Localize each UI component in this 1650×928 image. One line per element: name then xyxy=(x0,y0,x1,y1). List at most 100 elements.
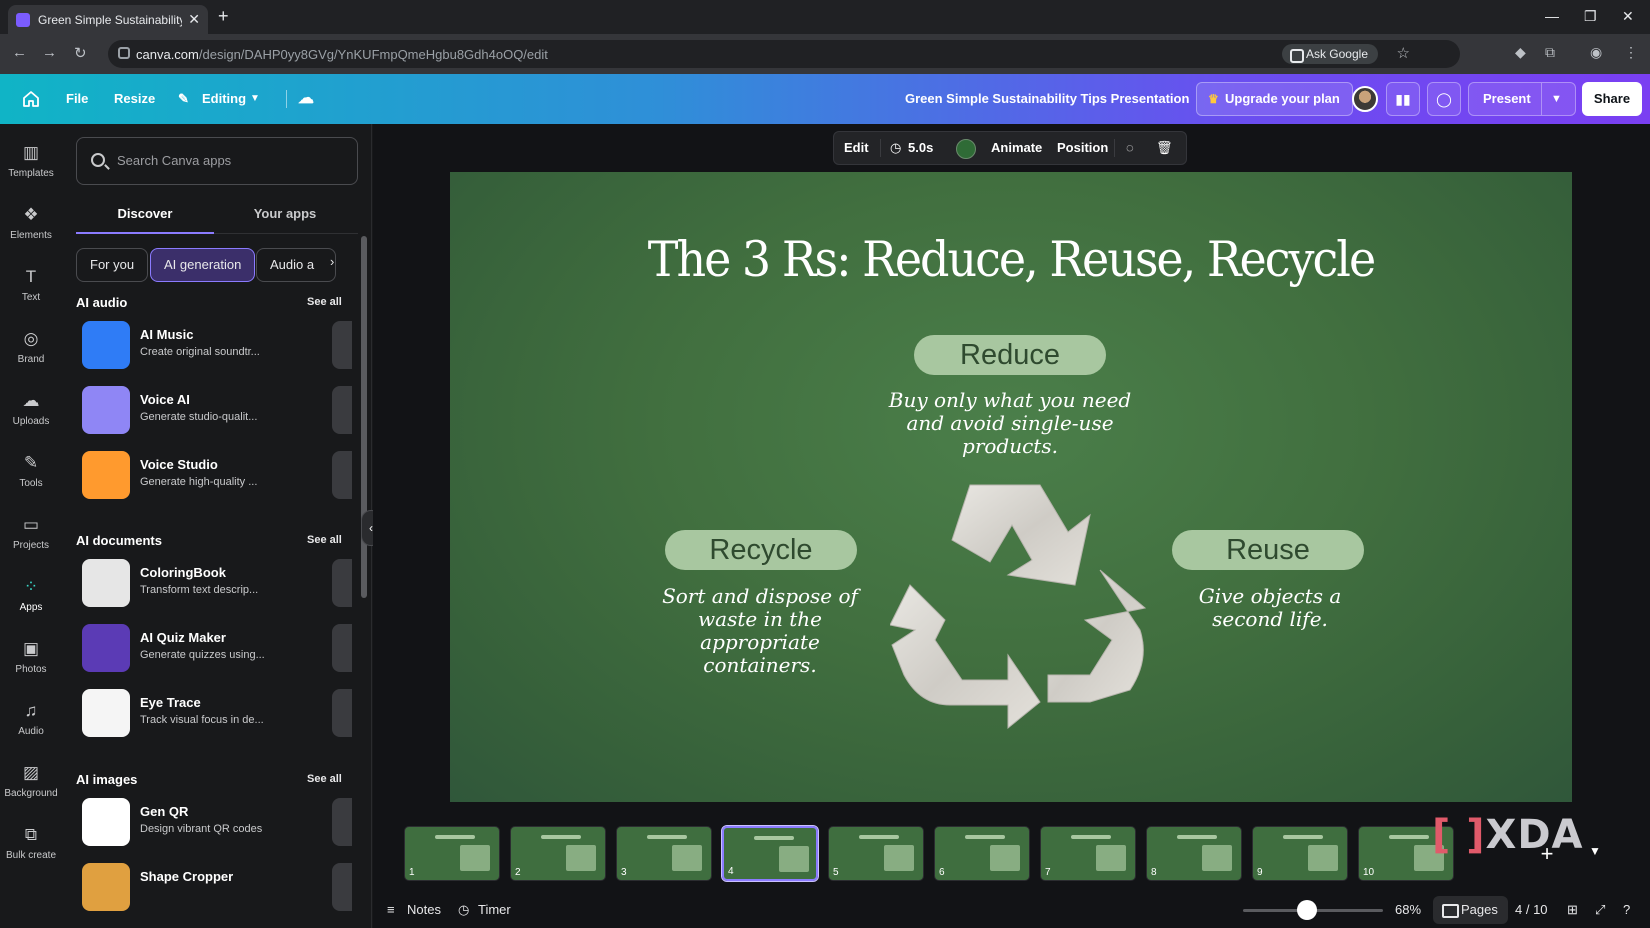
help-icon[interactable]: ? xyxy=(1623,892,1630,928)
share-button[interactable]: Share xyxy=(1582,82,1642,116)
slide-canvas[interactable]: The 3 Rs: Reduce, Reuse, Recycle Reduce … xyxy=(450,172,1572,802)
next-card-peek[interactable] xyxy=(332,798,352,846)
chevron-right-icon[interactable]: › xyxy=(330,254,334,269)
recycle-pill[interactable]: Recycle xyxy=(665,530,857,570)
rail-item-projects[interactable]: ▭ Projects xyxy=(0,508,62,566)
rail-item-tools[interactable]: ✎ Tools xyxy=(0,446,62,504)
rail-item-text[interactable]: T Text xyxy=(0,260,62,318)
animate-button[interactable]: Animate xyxy=(991,132,1042,164)
next-card-peek[interactable] xyxy=(332,386,352,434)
file-menu-button[interactable]: File xyxy=(66,74,88,124)
rail-item-elements[interactable]: ❖ Elements xyxy=(0,198,62,256)
rail-item-uploads[interactable]: ☁ Uploads xyxy=(0,384,62,442)
forward-icon[interactable]: → xyxy=(42,44,57,61)
comment-icon[interactable]: ◯ xyxy=(1427,82,1461,116)
document-title[interactable]: Green Simple Sustainability Tips Present… xyxy=(905,74,1189,124)
recycle-symbol-icon[interactable] xyxy=(890,480,1150,730)
next-card-peek[interactable] xyxy=(332,559,352,607)
chevron-down-icon[interactable]: ▼ xyxy=(250,74,260,124)
page-thumbnail[interactable]: 2 xyxy=(510,826,606,881)
url-field[interactable]: canva.com/design/DAHP0yy8GVg/YnKUFmpQmeH… xyxy=(108,40,1460,68)
page-indicator[interactable]: 4 / 10 xyxy=(1515,892,1548,928)
app-card[interactable]: AI Music Create original soundtr... xyxy=(76,317,371,373)
next-card-peek[interactable] xyxy=(332,689,352,737)
chip-audio[interactable]: Audio a xyxy=(256,248,336,282)
see-all-link[interactable]: See all xyxy=(307,296,342,308)
cloud-saved-icon[interactable]: ☁ xyxy=(298,74,314,124)
profile-icon[interactable]: ◉ xyxy=(1590,44,1602,61)
restore-icon[interactable]: ❐ xyxy=(1584,8,1597,25)
recycle-text[interactable]: Sort and dispose of waste in the appropr… xyxy=(655,585,865,677)
zoom-slider-handle[interactable] xyxy=(1297,900,1317,920)
rail-item-templates[interactable]: ▥ Templates xyxy=(0,136,62,194)
page-thumbnail[interactable]: 1 xyxy=(404,826,500,881)
comment-add-icon[interactable]: ◌ xyxy=(1126,132,1134,164)
grid-view-icon[interactable]: ⊞ xyxy=(1567,892,1578,928)
upgrade-plan-button[interactable]: ♛ Upgrade your plan xyxy=(1196,82,1353,116)
search-input[interactable]: Search Canva apps xyxy=(76,137,358,185)
insights-chart-icon[interactable]: ▮▮ xyxy=(1386,82,1420,116)
strip-chevron-down-icon[interactable]: ▼ xyxy=(1589,844,1601,858)
editing-mode-button[interactable]: Editing xyxy=(202,74,246,124)
timer-button[interactable]: Timer xyxy=(478,892,511,928)
minimize-icon[interactable]: — xyxy=(1545,8,1559,24)
reduce-text[interactable]: Buy only what you need and avoid single-… xyxy=(880,389,1140,458)
back-icon[interactable]: ← xyxy=(12,44,27,61)
rail-item-brand[interactable]: ◎ Brand xyxy=(0,322,62,380)
rail-item-apps[interactable]: ⁘ Apps xyxy=(0,570,62,628)
avatar[interactable] xyxy=(1352,86,1378,112)
app-card[interactable]: Gen QR Design vibrant QR codes xyxy=(76,794,371,850)
next-card-peek[interactable] xyxy=(332,451,352,499)
present-button[interactable]: Present ▼ xyxy=(1468,82,1576,116)
home-icon[interactable] xyxy=(22,90,40,108)
reload-icon[interactable]: ↻ xyxy=(74,44,87,62)
reduce-pill[interactable]: Reduce xyxy=(914,335,1106,375)
app-card[interactable]: Voice AI Generate studio-qualit... xyxy=(76,382,371,438)
page-thumbnail[interactable]: 4 xyxy=(721,825,819,882)
position-button[interactable]: Position xyxy=(1057,132,1108,164)
chip-for-you[interactable]: For you xyxy=(76,248,149,282)
window-close-icon[interactable]: ✕ xyxy=(1622,8,1634,25)
close-tab-icon[interactable]: ✕ xyxy=(188,11,200,28)
app-card[interactable]: ColoringBook Transform text descrip... xyxy=(76,555,371,611)
edit-button[interactable]: Edit xyxy=(844,132,869,164)
present-chevron-icon[interactable]: ▼ xyxy=(1551,83,1562,115)
next-card-peek[interactable] xyxy=(332,624,352,672)
page-thumbnail[interactable]: 8 xyxy=(1146,826,1242,881)
rail-item-audio[interactable]: ♫ Audio xyxy=(0,694,62,752)
next-card-peek[interactable] xyxy=(332,863,352,911)
duration-button[interactable]: 5.0s xyxy=(908,132,933,164)
ask-google-button[interactable]: Ask Google xyxy=(1281,44,1378,64)
browser-menu-icon[interactable]: ⋮ xyxy=(1624,44,1638,61)
rail-item-bulk-create[interactable]: ⧉ Bulk create xyxy=(0,818,62,876)
pages-button[interactable]: Pages xyxy=(1433,896,1508,924)
tab-discover[interactable]: Discover xyxy=(76,198,214,234)
trash-icon[interactable]: 🗑 xyxy=(1156,132,1173,164)
see-all-link[interactable]: See all xyxy=(307,773,342,785)
extensions-puzzle-icon[interactable]: ⧉ xyxy=(1545,44,1555,61)
page-thumbnail[interactable]: 3 xyxy=(616,826,712,881)
page-thumbnail[interactable]: 7 xyxy=(1040,826,1136,881)
next-card-peek[interactable] xyxy=(332,321,352,369)
zoom-level[interactable]: 68% xyxy=(1395,892,1421,928)
app-card[interactable]: Shape Cropper xyxy=(76,859,371,915)
background-color-swatch[interactable] xyxy=(956,139,976,159)
slide-title[interactable]: The 3 Rs: Reduce, Reuse, Recycle xyxy=(450,231,1572,288)
app-card[interactable]: AI Quiz Maker Generate quizzes using... xyxy=(76,620,371,676)
chip-ai-generation[interactable]: AI generation xyxy=(150,248,256,282)
reuse-text[interactable]: Give objects a second life. xyxy=(1185,585,1355,631)
extension-icon[interactable]: ◆ xyxy=(1515,44,1526,61)
see-all-link[interactable]: See all xyxy=(307,534,342,546)
tab-your-apps[interactable]: Your apps xyxy=(216,198,354,234)
site-info-icon[interactable] xyxy=(118,47,130,59)
browser-tab[interactable]: Green Simple Sustainability Tip ✕ xyxy=(8,5,208,34)
resize-button[interactable]: Resize xyxy=(114,74,155,124)
new-tab-icon[interactable]: + xyxy=(218,6,229,27)
rail-item-background[interactable]: ▨ Background xyxy=(0,756,62,814)
reuse-pill[interactable]: Reuse xyxy=(1172,530,1364,570)
rail-item-photos[interactable]: ▣ Photos xyxy=(0,632,62,690)
page-thumbnail[interactable]: 5 xyxy=(828,826,924,881)
page-thumbnail[interactable]: 6 xyxy=(934,826,1030,881)
fullscreen-icon[interactable]: ⤢ xyxy=(1595,892,1605,928)
app-card[interactable]: Eye Trace Track visual focus in de... xyxy=(76,685,371,741)
